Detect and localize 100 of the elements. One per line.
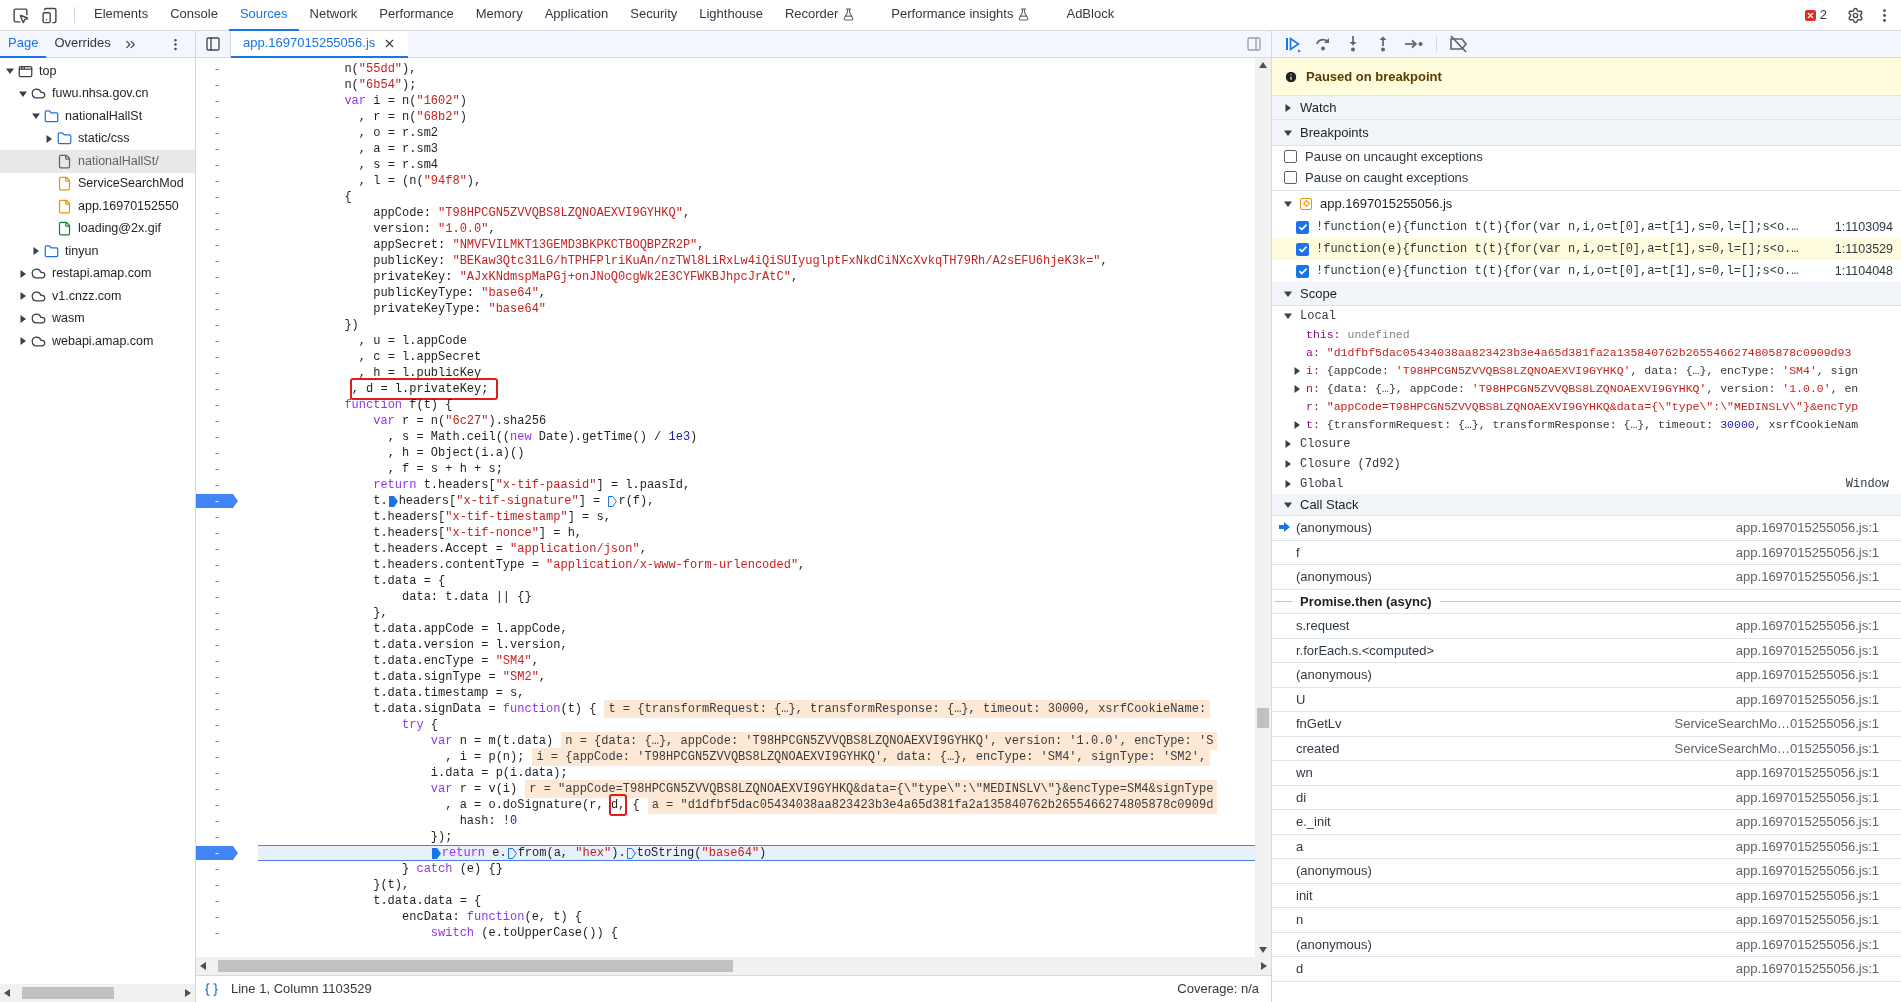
line-marker[interactable]: - (196, 204, 238, 222)
scroll-down-icon[interactable] (1259, 947, 1267, 953)
scrollbar-thumb[interactable] (1257, 708, 1269, 728)
panel-tab[interactable]: Lighthouse (688, 0, 774, 31)
checkbox[interactable] (1296, 242, 1309, 256)
panel-tab[interactable]: Memory (464, 0, 534, 31)
call-stack-row[interactable]: (anonymous) app.1697015255056.js:1 (1272, 932, 1901, 957)
call-stack-row[interactable]: init app.1697015255056.js:1 (1272, 883, 1901, 908)
line-marker[interactable]: - (196, 92, 238, 110)
line-marker[interactable]: - (196, 396, 238, 414)
scrollbar-thumb[interactable] (22, 987, 114, 999)
line-marker[interactable]: - (196, 252, 238, 270)
tree-item[interactable]: app.16970152550 (0, 195, 195, 218)
file-tab[interactable]: app.1697015255056.js (231, 30, 409, 58)
deactivate-breakpoints-icon[interactable] (1449, 35, 1469, 53)
scope-group[interactable]: Local (1300, 307, 1336, 325)
line-marker[interactable]: - (196, 524, 238, 542)
breakpoint-marker-icon[interactable] (507, 847, 517, 859)
checkbox[interactable] (1284, 171, 1297, 184)
inspect-icon[interactable] (12, 6, 29, 24)
tree-item[interactable]: tinyun (0, 240, 195, 263)
scroll-left-icon[interactable] (200, 962, 206, 970)
line-marker[interactable]: - (196, 236, 238, 254)
panel-tab[interactable]: Application (533, 0, 620, 31)
scrollbar-thumb[interactable] (218, 960, 733, 972)
call-stack-row[interactable]: wn app.1697015255056.js:1 (1272, 761, 1901, 786)
line-marker[interactable]: - (196, 668, 238, 686)
line-marker[interactable]: - (196, 716, 238, 734)
line-marker[interactable]: - (196, 268, 238, 286)
line-marker[interactable]: - (196, 700, 238, 718)
call-stack-row[interactable]: (anonymous) app.1697015255056.js:1 (1272, 565, 1901, 590)
panel-tab[interactable]: Performance insights (880, 0, 1042, 31)
breakpoint-marker-icon[interactable] (626, 847, 636, 859)
call-stack-row[interactable]: n app.1697015255056.js:1 (1272, 908, 1901, 933)
line-marker[interactable]: - (196, 220, 238, 238)
call-stack-row[interactable]: d app.1697015255056.js:1 (1272, 957, 1901, 982)
checkbox[interactable] (1296, 264, 1309, 278)
line-marker[interactable]: - (196, 540, 238, 558)
line-marker[interactable]: - (196, 508, 238, 526)
panel-tab[interactable]: AdBlock (1055, 0, 1126, 31)
resume-icon[interactable] (1284, 35, 1302, 53)
call-stack-row[interactable]: s.request app.1697015255056.js:1 (1272, 614, 1901, 639)
line-marker[interactable]: - (196, 556, 238, 574)
call-stack-row[interactable]: a app.1697015255056.js:1 (1272, 834, 1901, 859)
navigator-tab[interactable]: Page (0, 31, 47, 58)
pretty-print-icon[interactable] (204, 981, 219, 997)
line-marker[interactable]: - (196, 172, 238, 190)
line-marker[interactable]: - (196, 764, 238, 782)
call-stack-row[interactable]: U app.1697015255056.js:1 (1272, 687, 1901, 712)
panel-tab[interactable]: Network (298, 0, 369, 31)
breakpoint-marker-icon[interactable] (431, 847, 441, 859)
error-badge[interactable]: 2 (1804, 5, 1827, 25)
breakpoint-row[interactable]: !function(e){function t(t){for(var n,i,o=t[0],a=t[1],s=0,l=[];s<o.… 1:1103529 (1272, 238, 1901, 260)
tree-item[interactable]: ServiceSearchMod (0, 172, 195, 195)
section-header[interactable]: Watch (1272, 96, 1901, 120)
line-marker[interactable]: - (196, 924, 238, 942)
line-marker[interactable]: - (196, 332, 238, 350)
line-marker[interactable]: - (196, 476, 238, 494)
call-stack-row[interactable]: e._init app.1697015255056.js:1 (1272, 810, 1901, 835)
line-marker[interactable]: - (196, 876, 238, 894)
panel-tab[interactable]: Console (159, 0, 229, 31)
tree-item[interactable]: wasm (0, 307, 195, 330)
line-marker[interactable]: - (196, 444, 238, 462)
horizontal-scrollbar[interactable] (0, 984, 195, 1002)
breakpoint-row[interactable]: !function(e){function t(t){for(var n,i,o=t[0],a=t[1],s=0,l=[];s<o.… 1:1104048 (1272, 260, 1901, 282)
tree-item[interactable]: restapi.amap.com (0, 262, 195, 285)
tree-item[interactable]: nationalHallSt (0, 105, 195, 128)
line-marker[interactable]: - (196, 348, 238, 366)
device-toolbar-icon[interactable] (41, 6, 58, 24)
line-marker[interactable]: - (196, 156, 238, 174)
line-marker[interactable]: - (196, 572, 238, 590)
breakpoint-marker-icon[interactable] (388, 495, 398, 507)
line-marker[interactable]: - (196, 284, 238, 302)
call-stack-row[interactable]: f app.1697015255056.js:1 (1272, 540, 1901, 565)
line-marker[interactable]: - (196, 412, 238, 430)
scroll-right-icon[interactable] (1261, 962, 1267, 970)
section-header[interactable]: Call Stack (1272, 494, 1901, 516)
line-marker[interactable]: - (196, 300, 238, 318)
line-marker[interactable]: - (196, 60, 238, 78)
line-marker[interactable]: - (196, 732, 238, 750)
scope-group[interactable]: Closure (1300, 435, 1351, 453)
horizontal-scrollbar[interactable] (196, 957, 1271, 975)
breakpoint-row[interactable]: !function(e){function t(t){for(var n,i,o=t[0],a=t[1],s=0,l=[];s<o.… 1:1103094 (1272, 216, 1901, 238)
checkbox[interactable] (1284, 150, 1297, 163)
line-marker[interactable]: - (196, 828, 238, 846)
section-header[interactable]: Scope (1272, 282, 1901, 306)
line-marker[interactable]: - (196, 748, 238, 766)
vertical-scrollbar[interactable] (1255, 58, 1271, 957)
section-header[interactable]: Breakpoints (1272, 120, 1901, 146)
panel-tab[interactable]: Security (619, 0, 689, 31)
line-marker[interactable]: - (196, 316, 238, 334)
tree-item[interactable]: webapi.amap.com (0, 330, 195, 353)
tree-item[interactable]: static/css (0, 127, 195, 150)
line-marker[interactable]: - (196, 188, 238, 206)
call-stack-row[interactable]: (anonymous) app.1697015255056.js:1 (1272, 663, 1901, 688)
line-marker[interactable]: - (196, 124, 238, 142)
panel-tab[interactable]: Performance (368, 0, 465, 31)
call-stack-row[interactable]: (anonymous) app.1697015255056.js:1 (1272, 859, 1901, 884)
tree-item[interactable]: fuwu.nhsa.gov.cn (0, 82, 195, 105)
tree-item[interactable]: v1.cnzz.com (0, 285, 195, 308)
